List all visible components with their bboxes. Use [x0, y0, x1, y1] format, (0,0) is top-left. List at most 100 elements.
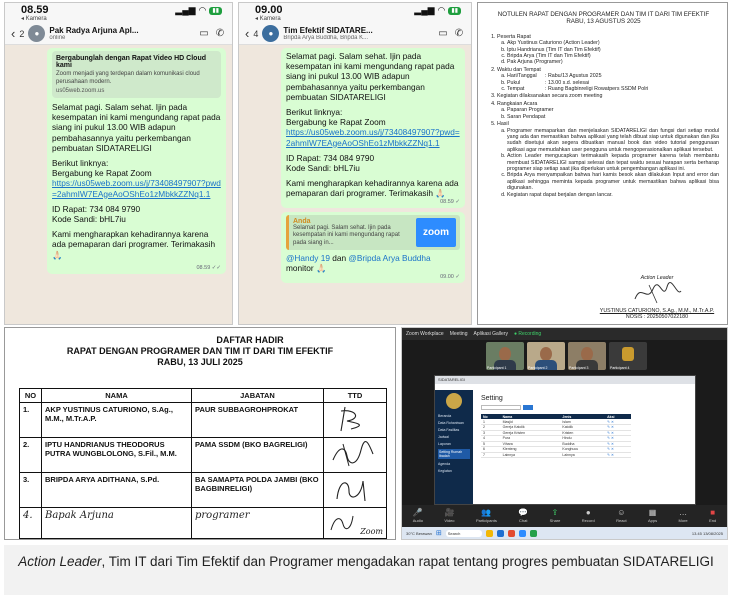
link-line: Bergabung ke Rapat Zoom — [52, 168, 152, 179]
end-button[interactable]: ■ End — [709, 508, 717, 524]
record-button[interactable]: ● Record — [582, 509, 595, 524]
video-button[interactable]: 🎥 Video — [444, 509, 454, 524]
battery-icon: ▮▮ — [448, 6, 461, 15]
waktu-list: Hari/Tanggal: Rabu/13 Agustus 2025 Pukul… — [497, 73, 719, 92]
taskbar-search[interactable]: Search — [445, 529, 482, 537]
contact-info[interactable]: Pak Radya Arjuna Apl... online — [49, 26, 194, 42]
video-call-icon[interactable]: ▭ — [437, 28, 449, 39]
section-heading: Waktu dan Tempat — [497, 66, 541, 73]
cell-no: 4. — [19, 507, 42, 539]
phone-call-icon[interactable]: ✆ — [214, 28, 226, 39]
message-bubble[interactable]: Bergabunglah dengan Rapat Video HD Cloud… — [47, 48, 226, 274]
group-name: Tim Efektif SIDATARE... — [283, 25, 373, 35]
cell-signature: Zoom — [323, 507, 387, 539]
start-icon[interactable]: ⊞ — [436, 529, 442, 537]
link-preview-card[interactable]: Bergabunglah dengan Rapat Video HD Cloud… — [52, 51, 221, 98]
sidebar-item[interactable]: Jadwal — [438, 435, 470, 439]
section-kegiatan: Kegiatan dilaksanakan secara zoom meetin… — [497, 93, 719, 99]
data-table: No Nama Jenis Aksi 1 Masjid Islam ✎ ✕ 2 Gere… — [481, 414, 631, 458]
back-arrow-icon[interactable]: ‹ — [245, 27, 249, 40]
weather-widget[interactable]: 30°C Berawan — [406, 531, 432, 536]
share-button[interactable]: ⇪ Share — [550, 509, 561, 524]
mention-handy[interactable]: @Handy 19 — [286, 253, 330, 263]
participant-tile[interactable]: Participant 2 — [527, 342, 565, 370]
cell-nama: AKP YUSTINUS CATURIONO, S.Ag., M.M., M.T… — [41, 402, 192, 438]
sidebar-item[interactable]: Beranda — [438, 414, 470, 418]
link-intro: Berikut linknya: — [52, 158, 109, 169]
status-time: 09.00 — [255, 4, 283, 16]
apps-icon: ▦ — [648, 508, 657, 517]
taskbar-app-icon[interactable] — [507, 529, 515, 537]
audio-button[interactable]: 🎤 Audio — [412, 508, 423, 524]
group-avatar[interactable]: ● — [262, 25, 280, 42]
react-button[interactable]: ☺ React — [616, 508, 626, 524]
signature-scribble — [634, 282, 682, 304]
wifi-icon: ◠ — [437, 5, 446, 15]
apps-button[interactable]: ▦ Apps — [648, 508, 657, 524]
status-back-app[interactable]: ◂ Kamera — [255, 16, 283, 22]
microphone-icon: 🎤 — [412, 508, 423, 517]
browser-tab[interactable]: SIDATARELIGI — [438, 377, 465, 382]
reply-conjunction: dan — [329, 253, 349, 264]
zoom-view-label[interactable]: Aplikasi Gallery — [474, 331, 508, 337]
section-waktu: Waktu dan Tempat Hari/Tanggal: Rabu/13 A… — [497, 67, 719, 93]
notulen-body: NOTULEN RAPAT DENGAN PROGRAMER DAN TIM I… — [478, 3, 727, 205]
zoom-control-bar: 🎤 Audio 🎥 Video 👥 Participants 💬 Chat ⇪ Share… — [402, 505, 727, 527]
group-info[interactable]: Tim Efektif SIDATARE... Bripda Arya Budd… — [283, 26, 433, 42]
row-actions[interactable]: ✎ ✕ — [605, 452, 631, 458]
acara-item: Saran Pendapat — [507, 114, 719, 120]
video-call-icon[interactable]: ▭ — [198, 28, 210, 39]
taskbar-app-icon[interactable] — [518, 529, 526, 537]
end-icon: ■ — [710, 508, 716, 517]
contact-status: online — [49, 34, 66, 41]
sidebar-item[interactable]: Agenda — [438, 462, 470, 466]
status-back-app[interactable]: ◂ Kamera — [21, 16, 49, 22]
participants-icon: 👥 — [481, 508, 492, 517]
more-button[interactable]: … More — [679, 509, 688, 524]
signature-2 — [332, 441, 374, 467]
sidebar-item[interactable]: Kegiatan — [438, 469, 470, 473]
mention-arya[interactable]: @Bripda Arya Buddha — [348, 253, 430, 263]
sidebar-item-active[interactable]: Setting Rumah Ibadah — [438, 449, 470, 459]
preview-url: us05web.zoom.us — [56, 88, 105, 94]
phone-call-icon[interactable]: ✆ — [453, 28, 465, 39]
cell-jabatan: programer — [191, 507, 324, 539]
group-members: Bripda Arya Buddha, Bripda K... — [283, 34, 369, 41]
chat-header: ‹ 4 ● Tim Efektif SIDATARE... Bripda Ary… — [239, 23, 471, 45]
react-icon: ☺ — [617, 508, 626, 517]
search-input[interactable] — [481, 405, 521, 410]
quoted-message[interactable]: Anda Selamat pagi. Salam sehat. Ijin pad… — [286, 214, 460, 251]
sidebar-item[interactable]: Laporan — [438, 442, 470, 446]
sidebar-item[interactable]: Data Rohaniwan — [438, 421, 470, 425]
taskbar-app-icon[interactable] — [496, 529, 504, 537]
participant-tiles: Participant 1 Participant 2 Participant … — [486, 342, 647, 370]
meeting-id: ID Rapat: 734 084 9790 — [286, 152, 375, 163]
back-arrow-icon[interactable]: ‹ — [11, 27, 15, 40]
hasil-list: Programer memaparkan dan menjelaskan SID… — [497, 128, 719, 198]
message-link-block: Berikut linknya: Bergabung ke Rapat Zoom… — [52, 158, 221, 199]
chat-button[interactable]: 💬 Chat — [518, 509, 528, 524]
control-label: End — [709, 518, 717, 523]
participant-tile[interactable]: Participant 4 — [609, 342, 647, 370]
sidebar-item[interactable]: Data Fasilitas — [438, 428, 470, 432]
participant-name: Participant 2 — [528, 366, 548, 370]
taskbar-app-icon[interactable] — [485, 529, 493, 537]
participant-tile[interactable]: Participant 3 — [568, 342, 606, 370]
control-label: Audio — [412, 518, 423, 523]
waktu-key: Tempat — [507, 86, 525, 93]
column-header-nama: NAMA — [41, 388, 192, 403]
message-bubble[interactable]: Selamat pagi. Salam sehat. Ijin pada kes… — [281, 48, 465, 208]
attendance-title-line-1: DAFTAR HADIR — [216, 335, 284, 345]
participant-tile[interactable]: Participant 1 — [486, 342, 524, 370]
taskbar-app-icon[interactable] — [529, 529, 537, 537]
zoom-link[interactable]: https://us05web.zoom.us/j/73408497907?pw… — [52, 178, 221, 198]
zoom-link[interactable]: https://us05web.zoom.us/j/73408497907?pw… — [286, 127, 460, 147]
contact-avatar[interactable]: ● — [28, 25, 46, 42]
participant-logo — [622, 347, 634, 361]
chat-body: Bergabunglah dengan Rapat Video HD Cloud… — [5, 45, 232, 324]
table-row: 4. Bapak Arjuna programer Zoom — [19, 507, 387, 539]
message-credentials: ID Rapat: 734 084 9790 Kode Sandi: bHL7i… — [52, 204, 221, 224]
reply-bubble[interactable]: Anda Selamat pagi. Salam sehat. Ijin pad… — [281, 211, 465, 283]
search-button[interactable] — [523, 405, 533, 410]
participants-button[interactable]: 👥 Participants — [476, 508, 497, 524]
